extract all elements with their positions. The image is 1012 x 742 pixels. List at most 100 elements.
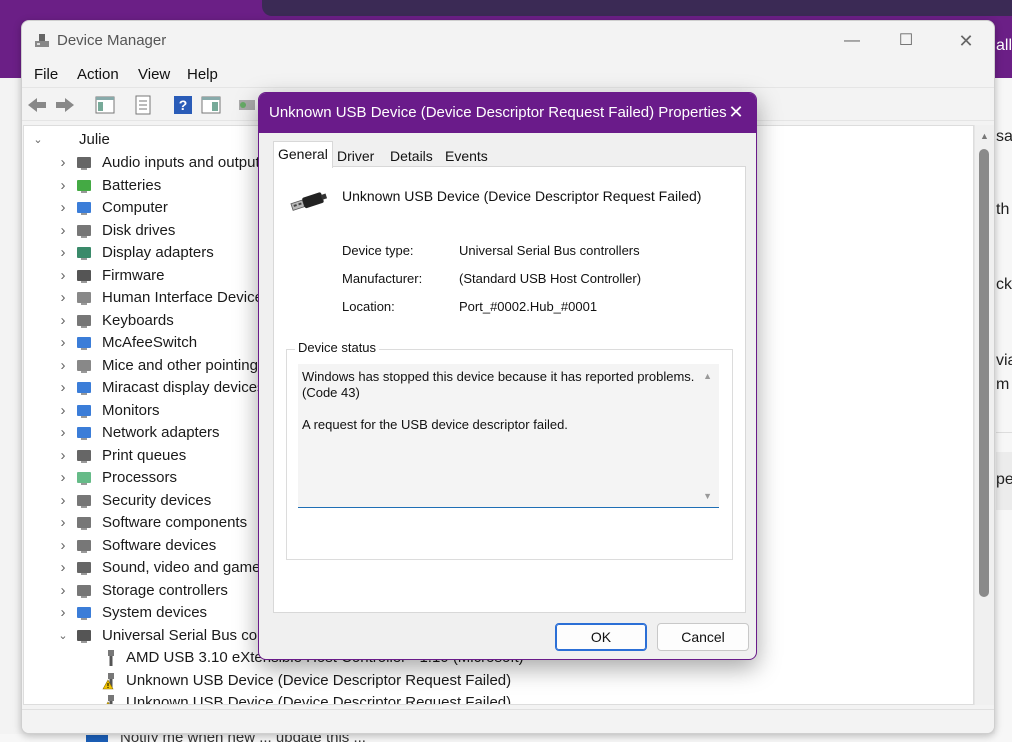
- tree-item-label: Unknown USB Device (Device Descriptor Re…: [126, 694, 512, 705]
- background-window-top: [262, 0, 1012, 16]
- software-device-icon: [77, 539, 91, 553]
- chevron-right-icon[interactable]: ›: [57, 332, 69, 354]
- chevron-right-icon[interactable]: ›: [57, 377, 69, 399]
- battery-icon: [77, 179, 91, 193]
- chevron-right-icon[interactable]: ›: [57, 152, 69, 174]
- computer-icon: [77, 202, 91, 215]
- storage-icon: [77, 584, 91, 598]
- device-properties-dialog: Unknown USB Device (Device Descriptor Re…: [258, 92, 757, 660]
- tab-driver[interactable]: Driver: [333, 145, 378, 167]
- miracast-icon: [77, 382, 91, 395]
- chevron-right-icon[interactable]: ›: [57, 197, 69, 219]
- device-status-group: Device status Windows has stopped this d…: [286, 340, 733, 560]
- chevron-right-icon[interactable]: ›: [57, 535, 69, 557]
- dialog-close-button[interactable]: ✕: [726, 101, 746, 123]
- audio-icon: [77, 157, 91, 170]
- network-icon: [77, 427, 91, 440]
- tab-details[interactable]: Details: [386, 145, 437, 167]
- usb-warning-icon: [102, 672, 114, 689]
- background-text-fragment: th: [996, 201, 1010, 218]
- chevron-right-icon[interactable]: ›: [57, 557, 69, 579]
- chevron-right-icon[interactable]: ›: [57, 242, 69, 264]
- background-text-fragment: sa: [996, 128, 1012, 145]
- usb-plug-icon: [108, 650, 114, 666]
- scroll-down-arrow-icon[interactable]: ▼: [703, 491, 712, 501]
- properties-icon[interactable]: [132, 94, 154, 116]
- dialog-title: Unknown USB Device (Device Descriptor Re…: [269, 104, 727, 121]
- scroll-up-arrow-icon[interactable]: ▲: [703, 371, 712, 381]
- tree-item-label: Miracast display devices: [102, 379, 265, 396]
- show-hide-console-tree-icon[interactable]: [94, 94, 116, 116]
- tree-item-label: Print queues: [102, 446, 187, 464]
- scroll-up-arrow-icon[interactable]: ▲: [980, 131, 989, 141]
- tree-item-label: Display adapters: [102, 244, 214, 261]
- location-label: Location:: [342, 299, 395, 314]
- manufacturer-value: (Standard USB Host Controller): [459, 271, 642, 286]
- chevron-right-icon[interactable]: ›: [57, 310, 69, 332]
- chevron-right-icon[interactable]: ›: [57, 220, 69, 242]
- menu-file[interactable]: File: [34, 66, 58, 83]
- tree-item-label: Keyboards: [102, 311, 174, 329]
- minimize-button[interactable]: —: [832, 29, 872, 53]
- menu-help[interactable]: Help: [187, 66, 218, 83]
- usb-icon: [77, 629, 91, 643]
- background-checkbox: [86, 735, 108, 742]
- maximize-button[interactable]: ☐: [886, 29, 926, 53]
- chevron-right-icon[interactable]: ›: [57, 175, 69, 197]
- action-pane-icon[interactable]: [200, 94, 222, 116]
- dialog-title-bar[interactable]: Unknown USB Device (Device Descriptor Re…: [259, 93, 756, 133]
- tree-item-unknown-usb-device[interactable]: Unknown USB Device (Device Descriptor Re…: [24, 670, 724, 692]
- chevron-right-icon[interactable]: ›: [57, 445, 69, 467]
- back-arrow-icon[interactable]: [26, 94, 48, 116]
- title-bar[interactable]: Device Manager — ☐ ✕: [22, 21, 994, 61]
- chevron-down-icon[interactable]: ⌄: [32, 129, 44, 151]
- usb-connector-icon: [290, 192, 328, 211]
- chevron-right-icon[interactable]: ›: [57, 400, 69, 422]
- chevron-down-icon[interactable]: ⌄: [57, 625, 69, 647]
- chevron-right-icon[interactable]: ›: [57, 602, 69, 624]
- tree-item-label: Human Interface Devices: [102, 289, 271, 306]
- chevron-right-icon[interactable]: ›: [57, 287, 69, 309]
- chevron-right-icon[interactable]: ›: [57, 512, 69, 534]
- device-status-text: Windows has stopped this device because …: [302, 369, 697, 449]
- tree-root-label: Julie: [79, 131, 110, 148]
- background-bottom-text: Notify me when new ... update this ...: [120, 735, 366, 742]
- tree-item-label: Firmware: [102, 266, 165, 284]
- usb-warning-icon: [106, 695, 114, 704]
- menu-view[interactable]: View: [138, 66, 170, 83]
- scrollbar-thumb[interactable]: [979, 149, 989, 597]
- ok-button[interactable]: OK: [555, 623, 647, 651]
- tree-item-label: Monitors: [102, 401, 160, 419]
- tab-events[interactable]: Events: [441, 145, 492, 167]
- chevron-right-icon[interactable]: ›: [57, 422, 69, 444]
- background-text-fragment: all: [996, 37, 1012, 54]
- tree-item-label: Audio inputs and outputs: [102, 154, 268, 171]
- device-status-textbox[interactable]: Windows has stopped this device because …: [298, 364, 719, 508]
- tree-item-label: McAfeeSwitch: [102, 334, 198, 351]
- scan-hardware-icon[interactable]: [236, 94, 258, 116]
- system-icon: [77, 607, 91, 620]
- close-button[interactable]: ✕: [946, 29, 986, 53]
- disk-icon: [77, 224, 91, 238]
- tab-general[interactable]: General: [273, 141, 333, 168]
- chevron-right-icon[interactable]: ›: [57, 265, 69, 287]
- window-title: Device Manager: [57, 32, 167, 49]
- device-name: Unknown USB Device (Device Descriptor Re…: [342, 188, 702, 204]
- menu-action[interactable]: Action: [77, 66, 119, 83]
- location-value: Port_#0002.Hub_#0001: [459, 299, 598, 314]
- chevron-right-icon[interactable]: ›: [57, 467, 69, 489]
- sound-icon: [77, 562, 91, 575]
- help-icon[interactable]: ?: [172, 94, 194, 116]
- background-divider: [996, 432, 1012, 433]
- chevron-right-icon[interactable]: ›: [57, 490, 69, 512]
- software-component-icon: [77, 517, 91, 530]
- forward-arrow-icon[interactable]: [54, 94, 76, 116]
- device-type-value: Universal Serial Bus controllers: [459, 243, 640, 258]
- tree-item-unknown-usb-device[interactable]: Unknown USB Device (Device Descriptor Re…: [24, 692, 724, 705]
- chevron-right-icon[interactable]: ›: [57, 580, 69, 602]
- vertical-scrollbar[interactable]: ▲: [974, 125, 994, 705]
- cancel-button[interactable]: Cancel: [657, 623, 749, 651]
- chevron-right-icon[interactable]: ›: [57, 355, 69, 377]
- tree-item-label: Security devices: [102, 491, 212, 509]
- firmware-icon: [77, 269, 91, 283]
